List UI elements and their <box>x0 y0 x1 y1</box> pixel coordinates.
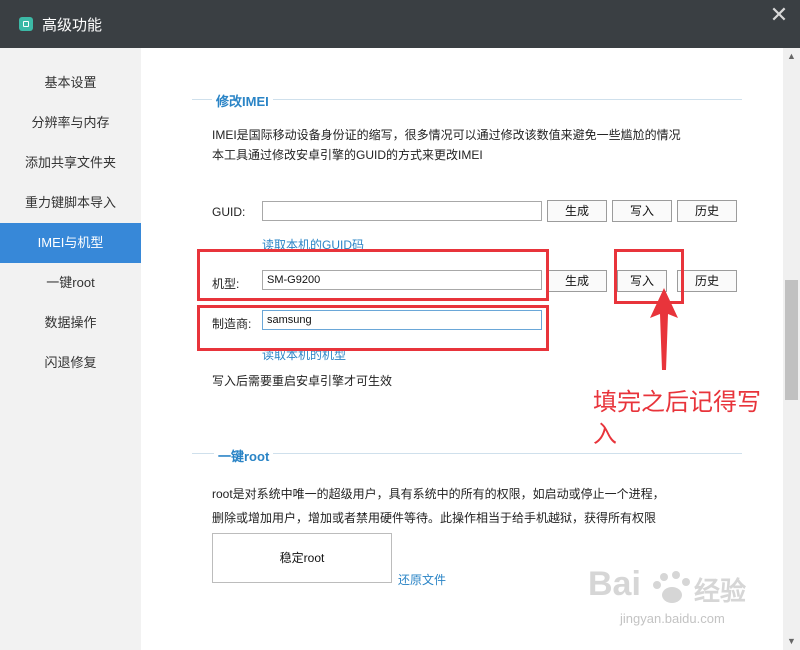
sidebar-item-resolution-memory[interactable]: 分辨率与内存 <box>0 103 141 143</box>
sidebar-item-gravity-script[interactable]: 重力键脚本导入 <box>0 183 141 223</box>
watermark-brand-left: Bai <box>588 565 641 603</box>
baidu-jingyan-watermark: Bai 经验 jingyan.baidu.com <box>588 565 768 635</box>
sidebar-item-one-click-root[interactable]: 一键root <box>0 263 141 303</box>
section-divider <box>192 99 742 100</box>
paw-logo-icon <box>653 571 690 603</box>
annotation-text-line2: 入 <box>593 420 617 448</box>
root-description-line2: 删除或增加用户，增加或者禁用硬件等待。此操作相当于给手机越狱，获得所有权限 <box>212 511 657 525</box>
guid-input[interactable] <box>262 201 542 221</box>
imei-description-line1: IMEI是国际移动设备身份证的缩写，很多情况可以通过修改该数值来避免一些尴尬的情… <box>212 128 681 142</box>
annotation-text-line1: 填完之后记得写 <box>593 388 761 416</box>
restore-file-link[interactable]: 还原文件 <box>398 571 446 588</box>
window-title: 高级功能 <box>42 17 103 34</box>
sidebar-item-basic-settings[interactable]: 基本设置 <box>0 63 141 103</box>
guid-label: GUID: <box>212 205 246 219</box>
guid-history-button[interactable]: 历史 <box>677 200 737 222</box>
sidebar-item-imei-model[interactable]: IMEI与机型 <box>0 223 141 263</box>
app-logo-icon <box>19 17 33 31</box>
sidebar-item-data-operation[interactable]: 数据操作 <box>0 303 141 343</box>
sidebar-item-shared-folder[interactable]: 添加共享文件夹 <box>0 143 141 183</box>
watermark-url: jingyan.baidu.com <box>620 611 725 626</box>
highlight-box-manufacturer <box>197 305 549 351</box>
scroll-thumb[interactable] <box>785 280 798 400</box>
scroll-down-arrow-icon[interactable]: ▼ <box>783 633 800 650</box>
stable-root-button[interactable]: 稳定root <box>212 533 392 583</box>
close-icon[interactable]: ✕ <box>768 4 790 26</box>
imei-description-line2: 本工具通过修改安卓引擎的GUID的方式来更改IMEI <box>212 148 483 162</box>
title-bar: 高级功能 ✕ <box>0 0 800 48</box>
model-generate-button[interactable]: 生成 <box>547 270 607 292</box>
vertical-scrollbar[interactable]: ▲ ▼ <box>783 48 800 650</box>
sidebar: 基本设置 分辨率与内存 添加共享文件夹 重力键脚本导入 IMEI与机型 一键ro… <box>0 48 141 650</box>
guid-generate-button[interactable]: 生成 <box>547 200 607 222</box>
scroll-up-arrow-icon[interactable]: ▲ <box>783 48 800 65</box>
sidebar-item-crash-repair[interactable]: 闪退修复 <box>0 343 141 383</box>
highlight-box-model <box>197 249 549 301</box>
section-title-root: 一键root <box>214 446 274 465</box>
root-description-line1: root是对系统中唯一的超级用户，具有系统中的所有的权限，如启动或停止一个进程， <box>212 487 665 501</box>
guid-write-button[interactable]: 写入 <box>612 200 672 222</box>
watermark-brand-right: 经验 <box>694 576 747 606</box>
section-title-imei: 修改IMEI <box>212 91 273 110</box>
section-divider <box>192 453 742 454</box>
annotation-arrow-icon <box>650 288 678 370</box>
restart-note: 写入后需要重启安卓引擎才可生效 <box>212 374 393 388</box>
model-history-button[interactable]: 历史 <box>677 270 737 292</box>
